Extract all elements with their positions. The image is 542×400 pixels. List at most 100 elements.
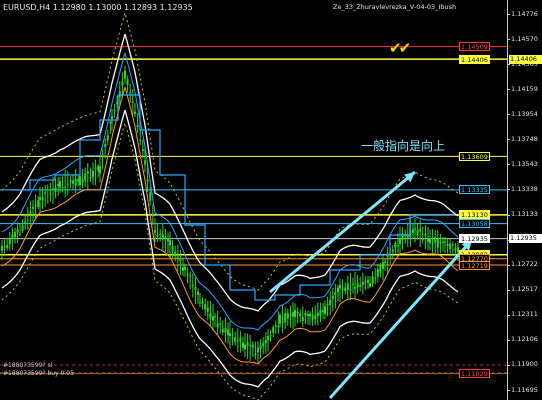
price-tick-mark — [507, 164, 510, 166]
level-price-tag[interactable]: 1.13335 — [459, 185, 490, 195]
candle-body — [94, 167, 97, 169]
candle-body — [26, 215, 29, 217]
price-tick-mark — [507, 264, 510, 266]
candle-body — [199, 302, 201, 304]
candle-body — [397, 245, 399, 247]
candle-body — [221, 328, 224, 333]
candle-body — [424, 234, 427, 236]
candle-body — [236, 340, 239, 342]
candle-body — [92, 170, 94, 178]
candle-body — [289, 314, 292, 316]
candle-body — [121, 81, 124, 86]
candle-body — [344, 287, 347, 292]
candle-body — [118, 91, 121, 98]
level-price-tag[interactable]: 1.13609 — [459, 151, 490, 161]
price-tick-label: 1.14159 — [511, 84, 538, 93]
candle-body — [214, 316, 216, 318]
candle-body — [367, 279, 369, 283]
candle-body — [224, 328, 227, 333]
candle-body — [204, 304, 207, 310]
candle-body — [301, 316, 304, 321]
candle-body — [451, 244, 454, 246]
candle-body — [296, 311, 299, 314]
candle-body — [414, 228, 416, 230]
candle-body — [176, 256, 179, 259]
candle-body — [171, 246, 174, 251]
price-tick-label: 1.14570 — [511, 34, 538, 43]
candle-body — [434, 237, 437, 243]
candle-body — [197, 291, 199, 295]
order-buy-label[interactable]: #188073599? buy 0.05 — [3, 370, 74, 377]
candle-body — [279, 315, 281, 324]
level-scale-tag: 1.14406 — [509, 54, 542, 64]
candle-body — [416, 229, 419, 236]
price-tick-mark — [507, 339, 510, 341]
price-tick-mark — [507, 314, 510, 316]
price-tick-label: 1.13543 — [511, 159, 538, 168]
level-price-tag[interactable]: 1.14406 — [459, 54, 490, 64]
level-price-tag[interactable]: 1.11829 — [459, 369, 490, 379]
candle-body — [361, 281, 364, 285]
candle-body — [269, 335, 272, 337]
chart-window[interactable]: 1.14776 1.14570 1.14365 1.14159 1.13954 1.137… — [0, 0, 542, 400]
candle-body — [14, 232, 16, 238]
candle-body — [274, 325, 277, 327]
price-tick-mark — [507, 214, 510, 216]
price-tick-label: 1.11695 — [511, 385, 538, 394]
candle-body — [182, 267, 184, 271]
level-price-tag[interactable]: 1.13130 — [459, 210, 490, 220]
candle-body — [309, 314, 311, 317]
candle-body — [394, 242, 397, 248]
template-name: Ze_33_Zhuravlevrezka_V-04-03_Ibush — [333, 3, 457, 11]
price-tick-label: 1.11900 — [511, 360, 538, 369]
candle-body — [364, 281, 367, 283]
checkmark-icon: ✔✔ — [389, 39, 411, 57]
price-tick-label: 1.12106 — [511, 335, 538, 344]
candle-body — [254, 353, 257, 356]
candle-body — [384, 261, 386, 263]
candle-body — [311, 314, 314, 320]
level-price-tag[interactable]: 1.13058 — [459, 219, 490, 229]
candle-body — [64, 187, 67, 189]
price-tick-mark — [507, 289, 510, 291]
price-tick-label: 1.14776 — [511, 9, 538, 18]
candle-body — [186, 274, 189, 276]
candle-body — [286, 313, 289, 319]
candle-body — [54, 187, 57, 192]
candle-body — [442, 241, 444, 243]
candle-body — [371, 276, 374, 284]
candle-body — [39, 197, 41, 200]
candle-body — [242, 342, 244, 348]
candle-body — [8, 239, 11, 245]
candle-body — [216, 323, 219, 328]
candle-body — [356, 283, 359, 288]
order-sl-label[interactable]: #188073599? sl — [3, 362, 52, 369]
candle-body — [314, 315, 317, 320]
candle-body — [244, 344, 246, 350]
candle-body — [89, 176, 92, 178]
candle-body — [322, 310, 324, 313]
candle-body — [294, 310, 296, 318]
candle-body — [66, 183, 69, 185]
level-price-tag[interactable]: 1.14509 — [459, 42, 490, 52]
candle-body — [281, 321, 284, 323]
candle-body — [189, 275, 192, 277]
trend-arrow-lower — [328, 238, 474, 400]
candle-body — [391, 249, 394, 252]
price-chart[interactable] — [0, 0, 507, 400]
candle-body — [159, 233, 162, 235]
candle-body — [429, 237, 431, 244]
candle-body — [167, 238, 169, 242]
candle-body — [24, 221, 27, 223]
price-tick-label: 1.12722 — [511, 260, 538, 269]
candle-body — [3, 246, 6, 248]
candle-body — [136, 124, 139, 128]
candle-body — [59, 181, 61, 188]
candle-body — [399, 238, 401, 244]
candle-body — [129, 91, 132, 94]
level-price-tag[interactable]: 1.12719 — [459, 260, 490, 270]
candle-body — [32, 207, 34, 209]
level-price-tag[interactable]: 1.12935 — [459, 234, 490, 244]
candle-body — [379, 265, 382, 273]
current-price-tag: 1.12935 — [509, 234, 542, 244]
